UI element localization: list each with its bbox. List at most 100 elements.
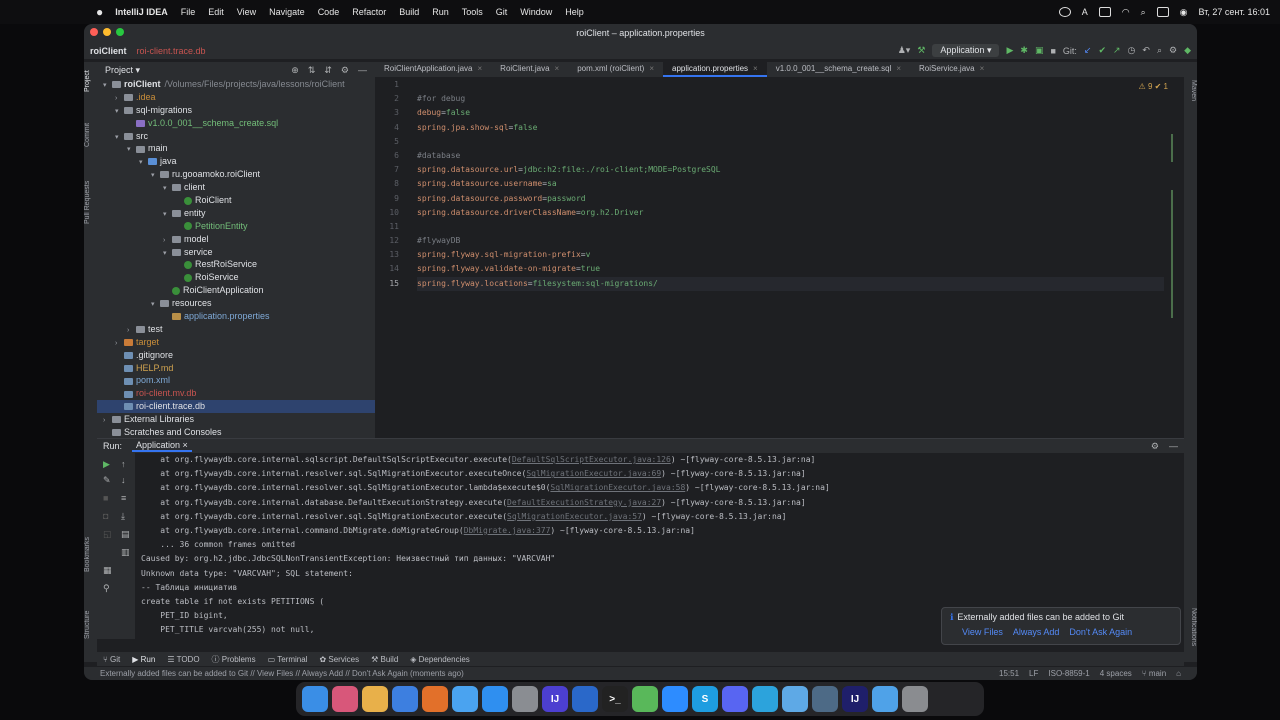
stop-icon[interactable]: ■ bbox=[1050, 46, 1055, 56]
tree-item[interactable]: › test bbox=[97, 323, 375, 336]
app-menu[interactable]: IntelliJ IDEA bbox=[115, 7, 168, 17]
stacktrace-link[interactable]: DefaultExecutionStrategy.java:27 bbox=[507, 498, 661, 507]
battery-icon[interactable] bbox=[1098, 7, 1111, 17]
skype-icon[interactable]: S bbox=[692, 686, 718, 712]
vpn-icon[interactable] bbox=[812, 686, 838, 712]
editor-tab[interactable]: pom.xml (roiClient) × bbox=[568, 61, 663, 77]
close-window-button[interactable] bbox=[90, 28, 98, 36]
code-line[interactable]: spring.datasource.password=password bbox=[417, 192, 1164, 206]
tree-item[interactable]: Scratches and Consoles bbox=[97, 426, 375, 438]
run-configuration-select[interactable]: Application ▾ bbox=[932, 44, 1000, 57]
layout-icon[interactable]: ◱ bbox=[103, 529, 112, 540]
project-view-selector[interactable]: Project ▾ bbox=[105, 65, 140, 76]
tree-item[interactable]: ▾ client bbox=[97, 181, 375, 194]
menu-navigate[interactable]: Navigate bbox=[269, 7, 305, 17]
bookmarks-tool-tab[interactable]: Bookmarks bbox=[84, 530, 97, 578]
tree-item[interactable]: › .idea bbox=[97, 91, 375, 104]
wrench-icon[interactable]: ✎ bbox=[103, 475, 111, 486]
clock[interactable]: Вт, 27 сент. 16:01 bbox=[1199, 7, 1270, 17]
view-files-link[interactable]: View Files bbox=[962, 627, 1003, 637]
tree-item[interactable]: RoiClient bbox=[97, 194, 375, 207]
stop-run-icon[interactable]: ■ bbox=[103, 493, 108, 503]
rollback-icon[interactable]: ↶ bbox=[1142, 45, 1150, 56]
close-tab-icon[interactable]: × bbox=[980, 64, 985, 73]
always-add-link[interactable]: Always Add bbox=[1013, 627, 1060, 637]
menu-window[interactable]: Window bbox=[520, 7, 552, 17]
tree-item[interactable]: ▾ entity bbox=[97, 207, 375, 220]
code-line[interactable]: spring.flyway.locations=filesystem:sql-m… bbox=[417, 276, 1164, 291]
editor-tab[interactable]: application.properties × bbox=[663, 61, 767, 77]
code-line[interactable] bbox=[417, 135, 1164, 149]
tree-item[interactable]: ▾ roiClient/Volumes/Files/projects/java/l… bbox=[97, 78, 375, 91]
apple-menu-icon[interactable]: ● bbox=[96, 5, 103, 19]
rerun-icon[interactable]: ▶ bbox=[103, 459, 110, 470]
trash-icon[interactable]: ▥ bbox=[121, 547, 130, 558]
tree-item[interactable]: ▾ sql-migrations bbox=[97, 104, 375, 117]
tree-item[interactable]: ▾ java bbox=[97, 155, 375, 168]
stacktrace-link[interactable]: SqlMigrationExecutor.java:58 bbox=[550, 483, 685, 492]
tool-tab-services[interactable]: ✿ Services bbox=[319, 655, 359, 664]
status-message[interactable]: Externally added files can be added to G… bbox=[100, 669, 464, 678]
editor-tab[interactable]: v1.0.0_001__schema_create.sql × bbox=[767, 61, 910, 77]
tree-item[interactable]: ▾ src bbox=[97, 130, 375, 143]
close-tab-icon[interactable]: × bbox=[896, 64, 901, 73]
project-tool-tab[interactable]: Project bbox=[84, 66, 97, 96]
control-center-icon[interactable] bbox=[1156, 7, 1169, 17]
menu-code[interactable]: Code bbox=[318, 7, 340, 17]
finder-icon[interactable] bbox=[302, 686, 328, 712]
git-commit-icon[interactable]: ✔ bbox=[1098, 45, 1106, 56]
evernote-icon[interactable] bbox=[632, 686, 658, 712]
code-line[interactable] bbox=[417, 78, 1164, 92]
tool-tab-dependencies[interactable]: ◈ Dependencies bbox=[410, 655, 470, 664]
tree-item[interactable]: v1.0.0_001__schema_create.sql bbox=[97, 117, 375, 130]
settings-icon[interactable]: ⚙ bbox=[1169, 45, 1177, 56]
tool-tab-run[interactable]: ▶ Run bbox=[132, 655, 155, 664]
code-line[interactable]: spring.jpa.show-sql=false bbox=[417, 121, 1164, 135]
code-line[interactable]: spring.datasource.url=jdbc:h2:file:./roi… bbox=[417, 163, 1164, 177]
tree-item[interactable]: ▾ resources bbox=[97, 297, 375, 310]
code-line[interactable]: spring.flyway.sql-migration-prefix=v bbox=[417, 248, 1164, 262]
inspection-widget[interactable]: ⚠ 9 ✔ 1 bbox=[1139, 82, 1168, 91]
dont-ask-again-link[interactable]: Don't Ask Again bbox=[1069, 627, 1132, 637]
coverage-icon[interactable]: ▣ bbox=[1035, 45, 1044, 56]
close-tab-icon[interactable]: × bbox=[753, 64, 758, 73]
close-tab-icon[interactable]: × bbox=[478, 64, 483, 73]
git-branch[interactable]: ⑂ main bbox=[1142, 669, 1166, 678]
tree-item[interactable]: › model bbox=[97, 233, 375, 246]
indent-setting[interactable]: 4 spaces bbox=[1100, 669, 1132, 678]
intellij-ce-icon[interactable]: IJ bbox=[542, 686, 568, 712]
firefox-icon[interactable] bbox=[422, 686, 448, 712]
telegram-icon[interactable] bbox=[752, 686, 778, 712]
editor-tab[interactable]: RoiClientApplication.java × bbox=[375, 61, 491, 77]
terminal-icon[interactable]: >_ bbox=[602, 686, 628, 712]
notifications-tool-tab[interactable]: Notifications bbox=[1184, 596, 1197, 658]
input-source-icon[interactable]: A bbox=[1082, 7, 1088, 17]
tree-item[interactable]: pom.xml bbox=[97, 374, 375, 387]
tree-item[interactable]: RoiClientApplication bbox=[97, 284, 375, 297]
search-icon[interactable]: ⌕ bbox=[1141, 7, 1146, 18]
menu-refactor[interactable]: Refactor bbox=[352, 7, 386, 17]
menu-file[interactable]: File bbox=[181, 7, 196, 17]
close-tab-icon[interactable]: × bbox=[555, 64, 560, 73]
tree-item[interactable]: ▾ main bbox=[97, 142, 375, 155]
tool-tab-terminal[interactable]: ▭ Terminal bbox=[268, 655, 308, 664]
code-line[interactable] bbox=[417, 220, 1164, 234]
scroll-up-icon[interactable]: ↑ bbox=[121, 459, 126, 469]
code-content[interactable]: #for debug debug=false spring.jpa.show-sql… bbox=[417, 78, 1164, 291]
tree-item[interactable]: PetitionEntity bbox=[97, 220, 375, 233]
code-line[interactable]: #for debug bbox=[417, 92, 1164, 106]
locate-file-icon[interactable]: ⊕ bbox=[291, 65, 299, 76]
restore-layout-icon[interactable]: ▦ bbox=[103, 565, 112, 576]
menu-help[interactable]: Help bbox=[565, 7, 584, 17]
menu-git[interactable]: Git bbox=[496, 7, 508, 17]
breadcrumb-file[interactable]: roi-client.trace.db bbox=[137, 46, 206, 56]
record-icon[interactable] bbox=[1058, 7, 1071, 17]
tree-item[interactable]: application.properties bbox=[97, 310, 375, 323]
expand-all-icon[interactable]: ⇅ bbox=[308, 65, 316, 76]
run-settings-icon[interactable]: ⚙ bbox=[1151, 441, 1159, 452]
stacktrace-link[interactable]: SqlMigrationExecutor.java:69 bbox=[526, 469, 661, 478]
caret-position[interactable]: 15:51 bbox=[999, 669, 1019, 678]
editor-tab[interactable]: RoiClient.java × bbox=[491, 61, 568, 77]
intellij-idea-icon[interactable]: IJ bbox=[842, 686, 868, 712]
run-icon[interactable]: ▶ bbox=[1006, 45, 1013, 56]
